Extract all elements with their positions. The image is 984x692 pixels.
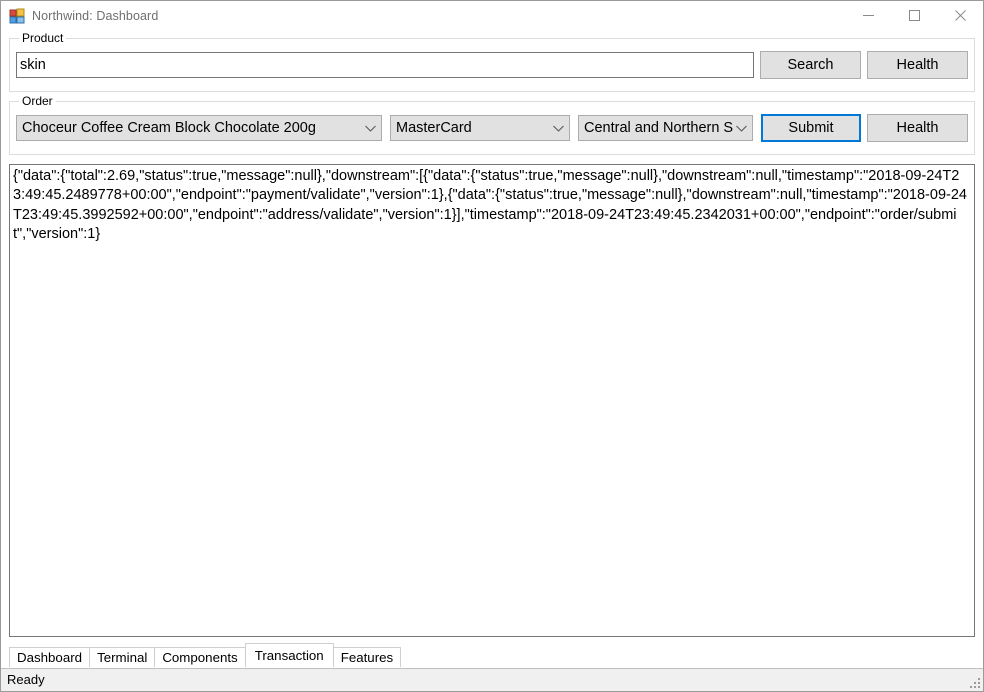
product-group-box: Product Search Health xyxy=(9,31,975,92)
order-product-select-value: Choceur Coffee Cream Block Chocolate 200… xyxy=(22,120,316,136)
order-health-button[interactable]: Health xyxy=(867,114,968,142)
window-controls xyxy=(845,1,983,30)
order-payment-select-value: MasterCard xyxy=(396,120,472,136)
response-output-text: {"data":{"total":2.69,"status":true,"mes… xyxy=(13,168,967,243)
chevron-down-icon xyxy=(362,125,379,132)
response-output-box[interactable]: {"data":{"total":2.69,"status":true,"mes… xyxy=(9,164,975,637)
winforms-app-icon xyxy=(9,8,25,24)
product-search-input[interactable] xyxy=(16,52,754,78)
search-button[interactable]: Search xyxy=(760,51,861,79)
tab-transaction[interactable]: Transaction xyxy=(244,643,334,667)
maximize-icon[interactable] xyxy=(891,1,937,30)
submit-button[interactable]: Submit xyxy=(761,114,861,142)
close-icon[interactable] xyxy=(937,1,983,30)
order-region-select[interactable]: Central and Northern Syd xyxy=(578,115,753,141)
order-payment-select[interactable]: MasterCard xyxy=(390,115,570,141)
order-region-select-value: Central and Northern Syd xyxy=(584,120,733,136)
application-window: Northwind: Dashboard Product skin Search… xyxy=(0,0,984,692)
title-bar: Northwind: Dashboard xyxy=(1,1,983,30)
product-health-button[interactable]: Health xyxy=(867,51,968,79)
minimize-icon[interactable] xyxy=(845,1,891,30)
order-group-box: Order Choceur Coffee Cream Block Chocola… xyxy=(9,94,975,155)
tab-terminal[interactable]: Terminal xyxy=(89,647,156,667)
chevron-down-icon xyxy=(733,125,750,132)
tab-dashboard[interactable]: Dashboard xyxy=(9,647,91,667)
client-area: Product Search Health Order Choceur Coff… xyxy=(1,30,983,668)
tab-strip: Dashboard Terminal Components Transactio… xyxy=(9,643,975,668)
tab-components[interactable]: Components xyxy=(154,647,246,667)
status-text: Ready xyxy=(7,672,45,687)
tab-features[interactable]: Features xyxy=(332,647,402,667)
order-group-content: Choceur Coffee Cream Block Chocolate 200… xyxy=(10,102,974,154)
status-bar: Ready xyxy=(1,668,983,691)
order-product-select[interactable]: Choceur Coffee Cream Block Chocolate 200… xyxy=(16,115,382,141)
window-title: Northwind: Dashboard xyxy=(32,8,159,23)
resize-grip-icon[interactable] xyxy=(969,677,981,689)
chevron-down-icon xyxy=(550,125,567,132)
product-group-content: Search Health xyxy=(10,39,974,91)
